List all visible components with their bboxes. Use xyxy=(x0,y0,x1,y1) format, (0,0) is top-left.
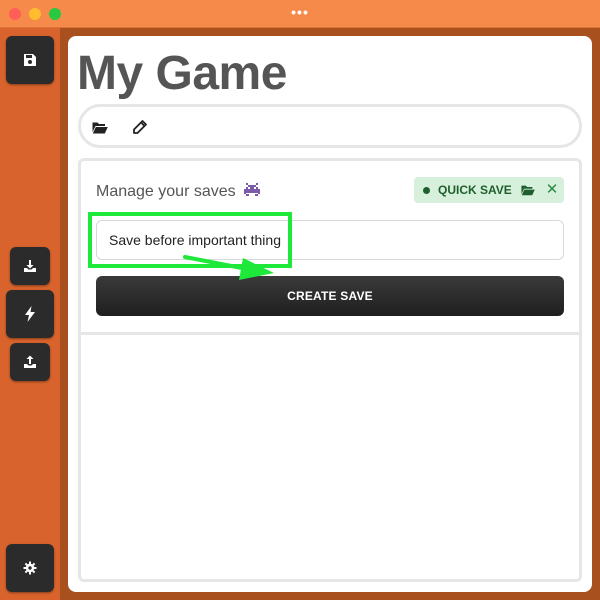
pencil-icon xyxy=(132,119,147,134)
window-titlebar: ••• xyxy=(0,0,600,28)
window-menu-dots[interactable]: ••• xyxy=(286,4,314,20)
saves-panel: Manage your saves QUICK SAVE ✕ Save befo… xyxy=(78,158,582,582)
toolbar xyxy=(78,104,582,148)
upload-button[interactable] xyxy=(10,343,50,381)
main-panel: My Game Manage your saves QUICK SAVE ✕ S… xyxy=(68,36,592,592)
minimize-window-button[interactable] xyxy=(29,8,41,20)
open-folder-button[interactable] xyxy=(91,118,109,136)
quick-save-label: QUICK SAVE xyxy=(438,183,512,197)
manage-saves-heading: Manage your saves xyxy=(96,182,262,202)
manage-saves-label: Manage your saves xyxy=(96,183,236,200)
close-window-button[interactable] xyxy=(9,8,21,20)
status-dot xyxy=(423,187,430,194)
save-button[interactable] xyxy=(6,36,54,84)
lightning-icon xyxy=(25,306,35,322)
close-icon[interactable]: ✕ xyxy=(545,181,559,199)
main-area: My Game Manage your saves QUICK SAVE ✕ S… xyxy=(60,28,600,600)
gear-icon xyxy=(23,561,37,575)
maximize-window-button[interactable] xyxy=(49,8,61,20)
section-divider xyxy=(81,332,579,335)
space-invader-icon xyxy=(244,183,261,196)
upload-icon xyxy=(24,355,36,368)
edit-button[interactable] xyxy=(130,118,148,136)
save-name-input[interactable] xyxy=(96,220,564,260)
quick-save-badge: QUICK SAVE ✕ xyxy=(414,177,564,203)
floppy-disk-icon xyxy=(24,54,36,66)
folder-open-icon xyxy=(92,122,108,133)
download-icon xyxy=(24,260,36,272)
settings-button[interactable] xyxy=(6,544,54,592)
create-save-button[interactable]: CREATE SAVE xyxy=(96,276,564,316)
sidebar xyxy=(0,28,60,600)
page-title: My Game xyxy=(77,47,287,100)
download-button[interactable] xyxy=(10,247,50,285)
folder-open-icon[interactable] xyxy=(521,183,535,197)
quick-save-button[interactable] xyxy=(6,290,54,338)
